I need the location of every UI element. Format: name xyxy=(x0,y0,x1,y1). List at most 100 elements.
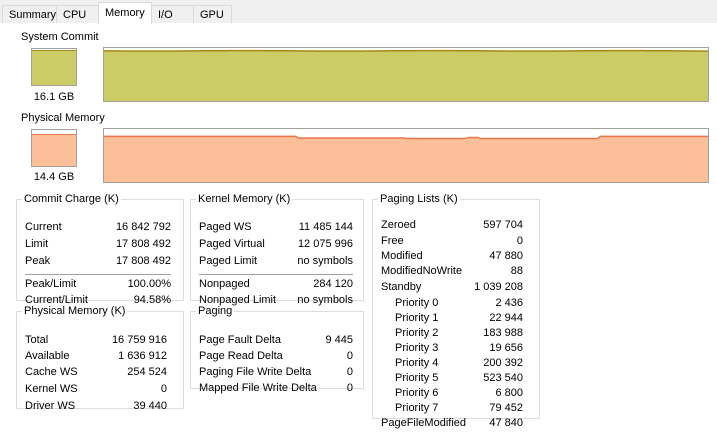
standby-row: Standby 1 039 208 xyxy=(373,281,539,297)
phys-total-value: 16 759 916 xyxy=(111,334,167,346)
commit-peak-row: Peak 17 808 492 xyxy=(17,255,183,271)
tab-cpu[interactable]: CPU xyxy=(56,5,99,23)
kernel-paged-limit-label: Paged Limit xyxy=(199,255,258,267)
modified-row: Modified 47 880 xyxy=(373,250,539,266)
kernel-paged-limit-row: Paged Limit no symbols xyxy=(191,255,363,271)
system-commit-meter-fill xyxy=(32,49,76,85)
modified-no-write-row: ModifiedNoWrite 88 xyxy=(373,265,539,281)
phys-cache-ws-label: Cache WS xyxy=(25,366,78,378)
tab-memory[interactable]: Memory xyxy=(98,2,152,24)
page-file-modified-row: PageFileModified 47 840 xyxy=(373,417,539,433)
kernel-memory-group: Kernel Memory (K) Paged WS 11 485 144 Pa… xyxy=(190,193,364,306)
paging-group: Paging Page Fault Delta 9 445 Page Read … xyxy=(190,305,364,394)
priority-3-value: 19 656 xyxy=(489,342,523,354)
kernel-memory-title: Kernel Memory (K) xyxy=(198,193,291,205)
priority-6-value: 6 800 xyxy=(495,387,523,399)
physical-memory-graph xyxy=(103,128,709,183)
free-row: Free 0 xyxy=(373,235,539,251)
free-label: Free xyxy=(381,235,404,247)
kernel-divider xyxy=(199,274,353,275)
commit-peak-value: 17 808 492 xyxy=(115,255,171,267)
tab-summary[interactable]: Summary xyxy=(2,5,57,23)
priority-1-value: 22 944 xyxy=(489,312,523,324)
priority-2-label: Priority 2 xyxy=(395,327,439,339)
system-commit-history-area xyxy=(104,50,708,101)
tab-io[interactable]: I/O xyxy=(151,5,194,23)
standby-value: 1 039 208 xyxy=(474,281,523,293)
phys-total-label: Total xyxy=(25,334,49,346)
phys-kernel-ws-value: 0 xyxy=(160,383,167,395)
priority-5-row: Priority 5 523 540 xyxy=(373,372,539,388)
mapped-file-write-delta-row: Mapped File Write Delta 0 xyxy=(191,382,363,398)
kernel-nonpaged-row: Nonpaged 284 120 xyxy=(191,278,363,294)
commit-peak-limit-row: Peak/Limit 100.00% xyxy=(17,278,183,294)
kernel-paged-virtual-label: Paged Virtual xyxy=(199,238,265,250)
page-read-delta-label: Page Read Delta xyxy=(199,350,283,362)
system-commit-meter xyxy=(31,48,77,86)
memory-panel: System Commit 16.1 GB Physical Memory 14… xyxy=(0,23,717,433)
priority-4-label: Priority 4 xyxy=(395,357,439,369)
commit-current-value: 16 842 792 xyxy=(115,221,171,233)
priority-3-row: Priority 3 19 656 xyxy=(373,342,539,358)
priority-4-value: 200 392 xyxy=(483,357,523,369)
commit-current-label: Current xyxy=(25,221,62,233)
priority-5-label: Priority 5 xyxy=(395,372,439,384)
phys-driver-ws-row: Driver WS 39 440 xyxy=(17,400,183,416)
priority-7-row: Priority 7 79 452 xyxy=(373,402,539,418)
priority-3-label: Priority 3 xyxy=(395,342,439,354)
commit-peak-limit-label: Peak/Limit xyxy=(25,278,77,290)
priority-6-row: Priority 6 6 800 xyxy=(373,387,539,403)
tab-bar: Summary CPU Memory I/O GPU xyxy=(0,0,717,24)
page-file-modified-label: PageFileModified xyxy=(381,417,466,429)
commit-peak-label: Peak xyxy=(25,255,51,267)
zeroed-value: 597 704 xyxy=(483,219,523,231)
priority-2-row: Priority 2 183 988 xyxy=(373,327,539,343)
paging-file-write-delta-label: Paging File Write Delta xyxy=(199,366,312,378)
system-commit-label: System Commit xyxy=(21,31,99,43)
priority-6-label: Priority 6 xyxy=(395,387,439,399)
page-read-delta-row: Page Read Delta 0 xyxy=(191,350,363,366)
phys-cache-ws-value: 254 524 xyxy=(127,366,167,378)
paging-file-write-delta-row: Paging File Write Delta 0 xyxy=(191,366,363,382)
modified-no-write-label: ModifiedNoWrite xyxy=(381,265,463,277)
page-fault-delta-row: Page Fault Delta 9 445 xyxy=(191,334,363,350)
modified-label: Modified xyxy=(381,250,423,262)
kernel-paged-ws-label: Paged WS xyxy=(199,221,252,233)
system-commit-history xyxy=(104,49,708,101)
paging-file-write-delta-value: 0 xyxy=(346,366,353,378)
phys-driver-ws-label: Driver WS xyxy=(25,400,76,412)
phys-cache-ws-row: Cache WS 254 524 xyxy=(17,366,183,382)
commit-charge-title: Commit Charge (K) xyxy=(24,193,119,205)
phys-driver-ws-value: 39 440 xyxy=(133,400,167,412)
page-fault-delta-value: 9 445 xyxy=(325,334,353,346)
commit-limit-value: 17 808 492 xyxy=(115,238,171,250)
modified-no-write-value: 88 xyxy=(510,265,523,277)
paging-lists-group: Paging Lists (K) Zeroed 597 704 Free 0 M… xyxy=(372,193,540,429)
free-value: 0 xyxy=(516,235,523,247)
phys-kernel-ws-label: Kernel WS xyxy=(25,383,78,395)
standby-label: Standby xyxy=(381,281,422,293)
kernel-paged-ws-value: 11 485 144 xyxy=(298,221,353,233)
zeroed-label: Zeroed xyxy=(381,219,416,231)
priority-0-label: Priority 0 xyxy=(395,297,439,309)
paging-title: Paging xyxy=(198,305,233,317)
kernel-paged-limit-value: no symbols xyxy=(297,255,353,267)
physical-memory-title: Physical Memory (K) xyxy=(24,305,126,317)
phys-available-label: Available xyxy=(25,350,70,362)
priority-7-value: 79 452 xyxy=(489,402,523,414)
commit-charge-group: Commit Charge (K) Current 16 842 792 Lim… xyxy=(16,193,184,306)
physical-memory-meter xyxy=(31,129,77,167)
physical-memory-value: 14.4 GB xyxy=(33,171,75,183)
phys-available-value: 1 636 912 xyxy=(118,350,167,362)
priority-0-row: Priority 0 2 436 xyxy=(373,297,539,313)
priority-4-row: Priority 4 200 392 xyxy=(373,357,539,373)
commit-current-row: Current 16 842 792 xyxy=(17,221,183,237)
page-read-delta-value: 0 xyxy=(346,350,353,362)
kernel-nonpaged-label: Nonpaged xyxy=(199,278,250,290)
physical-memory-history xyxy=(104,135,708,182)
kernel-nonpaged-value: 284 120 xyxy=(313,278,353,290)
phys-available-row: Available 1 636 912 xyxy=(17,350,183,366)
page-file-modified-value: 47 840 xyxy=(489,417,523,429)
tab-gpu[interactable]: GPU xyxy=(193,5,232,23)
page-fault-delta-label: Page Fault Delta xyxy=(199,334,281,346)
